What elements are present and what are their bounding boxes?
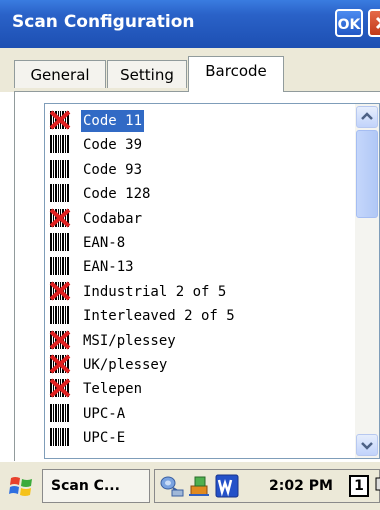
list-item-label: Code 93 [83,161,143,178]
clock[interactable]: 2:02 PM [269,470,333,502]
disabled-barcode-icon [49,354,71,374]
list-item[interactable]: EAN-8 [49,232,349,256]
connection-icon[interactable] [187,474,213,502]
barcode-icon [50,233,69,251]
list-item[interactable]: Code 128 [49,183,349,207]
barcode-icon [50,135,69,154]
list-item[interactable]: UPC-A [49,403,349,427]
start-button[interactable] [8,472,36,500]
list-item[interactable]: UK/plessey [49,354,349,378]
close-icon [375,16,380,30]
list-item[interactable]: Interleaved 2 of 5 [49,305,349,329]
tab-barcode[interactable]: Barcode [188,56,284,92]
list-item-label: EAN-8 [83,235,126,251]
barcode-icon [50,306,69,325]
list-item[interactable]: Code 93 [49,159,349,183]
list-item[interactable]: Industrial 2 of 5 [49,281,349,305]
barcode-icon [50,403,69,422]
keyboard-icon[interactable] [375,474,380,502]
tab-strip: General Setting Barcode [0,48,380,92]
system-tray: 2:02 PM 1 [154,469,380,503]
list-item[interactable]: Code 39 [49,134,349,158]
list-item-label: UPC-A [83,405,126,422]
barcode-icon [50,257,69,276]
list-item-label: Codabar [83,210,143,227]
close-button[interactable] [368,9,380,37]
chevron-up-icon [361,112,373,120]
list-item-label: Interleaved 2 of 5 [83,308,235,325]
list-item-label: UK/plessey [83,357,168,373]
list-item[interactable]: Codabar [49,208,349,232]
scroll-thumb[interactable] [356,130,378,218]
list-item-label: Code 11 [81,110,145,132]
list-item[interactable]: MSI/plessey [49,330,349,354]
list-item[interactable]: EAN-13 [49,256,349,280]
screen: Scan Configuration OK General Setting Ba… [0,0,380,510]
disabled-barcode-icon [49,330,71,350]
list-item-label: Industrial 2 of 5 [83,283,227,300]
barcode-icon [50,428,69,447]
symbology-list[interactable]: Code 11 Code 39 Code 93 Code 128 Codabar EAN-… [44,103,380,459]
page-indicator[interactable]: 1 [349,475,369,497]
window-title: Scan Configuration [12,12,195,32]
list-item-label: MSI/plessey [83,332,176,349]
list-item[interactable]: Code 11 [49,110,349,134]
tab-general[interactable]: General [14,60,106,88]
taskbar: Scan C... 2:02 PM 1 [0,461,380,510]
list-item-label: Telepen [83,381,143,398]
list-item[interactable]: UPC-E [49,427,349,451]
list-item[interactable]: Telepen [49,378,349,402]
word-document-icon[interactable] [215,474,239,502]
scroll-down-button[interactable] [356,434,378,456]
disabled-barcode-icon [49,378,71,398]
ok-button[interactable]: OK [335,9,363,37]
title-bar: Scan Configuration OK [0,0,380,48]
tab-setting[interactable]: Setting [107,60,187,88]
barcode-icon [50,184,69,203]
disabled-barcode-icon [49,110,71,130]
barcode-icon [50,159,69,178]
list-item-label: Code 39 [83,137,143,154]
windows-flag-icon [9,477,32,496]
list-item-label: EAN-13 [83,259,134,276]
taskbar-app-scan-configuration[interactable]: Scan C... [42,469,150,503]
disabled-barcode-icon [49,281,71,301]
network-icon[interactable] [159,474,185,502]
disabled-barcode-icon [49,208,71,228]
scroll-up-button[interactable] [356,106,378,128]
list-item-label: Code 128 [83,186,151,203]
vertical-scrollbar[interactable] [355,104,379,458]
list-item-label: UPC-E [83,430,126,447]
chevron-down-icon [361,442,373,450]
